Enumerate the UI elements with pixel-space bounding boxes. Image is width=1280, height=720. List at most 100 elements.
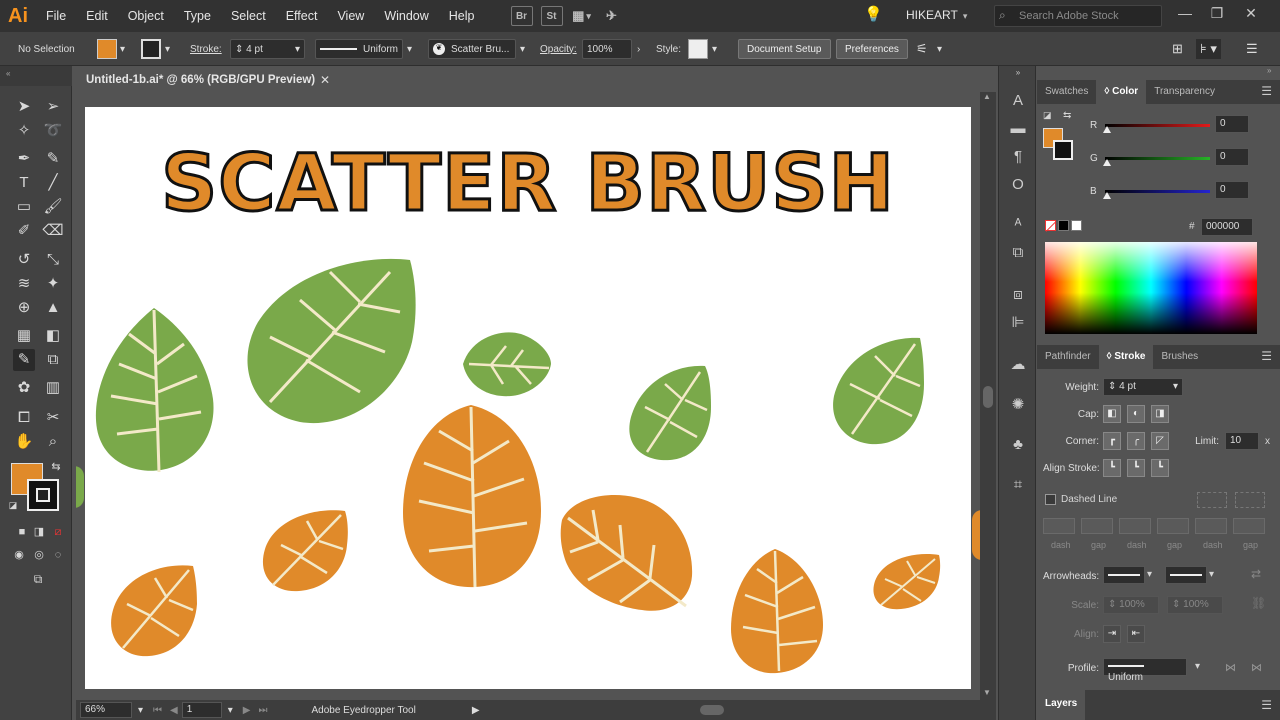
leaf-orange[interactable] xyxy=(259,507,349,595)
green-slider-knob[interactable] xyxy=(1103,159,1111,166)
first-artboard-icon[interactable]: ⏮ xyxy=(153,705,162,716)
select-similar-chevron-icon[interactable]: ▾ xyxy=(937,39,942,59)
symbols-panel-icon[interactable]: ⧉ xyxy=(1007,242,1029,264)
artboard-chevron-icon[interactable]: ▾ xyxy=(228,705,233,716)
control-panel-menu-icon[interactable]: ☰ xyxy=(1246,39,1258,59)
none-color-icon[interactable] xyxy=(1045,220,1057,232)
align-center-stroke-icon[interactable]: ┗ xyxy=(1103,459,1121,477)
scroll-up-icon[interactable]: ▲ xyxy=(983,92,991,101)
preferences-button[interactable]: Preferences xyxy=(836,39,908,59)
hand-tool-icon[interactable]: ✋ xyxy=(13,431,35,453)
gap-2-field[interactable] xyxy=(1157,518,1189,534)
color-panel-stroke-swatch[interactable] xyxy=(1053,140,1073,160)
select-similar-icon[interactable]: ⚟ xyxy=(916,39,928,59)
scroll-down-icon[interactable]: ▼ xyxy=(983,688,991,697)
arrange-documents-icon[interactable]: ▦ ▾ xyxy=(571,6,593,26)
zoom-tool-icon[interactable]: ⌕ xyxy=(42,431,64,453)
gradient-tool-icon[interactable]: ◧ xyxy=(42,325,64,347)
draw-inside-icon[interactable]: ◌ xyxy=(47,544,69,566)
bridge-button[interactable]: Br xyxy=(510,6,533,26)
green-value-field[interactable]: 0 xyxy=(1215,148,1249,166)
canvas-area[interactable]: SCATTER BRUSH xyxy=(76,92,980,700)
shape-builder-tool-icon[interactable]: ⊕ xyxy=(13,297,35,319)
bevel-join-icon[interactable]: ◸ xyxy=(1151,432,1169,450)
stroke-color-swatch[interactable] xyxy=(141,39,161,59)
fill-color-swatch[interactable] xyxy=(97,39,117,59)
minimize-icon[interactable]: — xyxy=(1174,5,1196,25)
menu-object[interactable]: Object xyxy=(118,9,174,23)
brush-definition-field[interactable]: ❦ Scatter Bru... xyxy=(428,39,516,59)
menu-effect[interactable]: Effect xyxy=(276,9,328,23)
stroke-weight-field[interactable]: ⇕ 4 pt ▾ xyxy=(230,39,305,59)
collapse-dock-icon[interactable]: » xyxy=(1267,66,1271,75)
start-arrowhead-select[interactable] xyxy=(1103,566,1145,584)
leaf-green[interactable] xyxy=(240,252,418,432)
last-artboard-icon[interactable]: ⏭ xyxy=(258,705,267,716)
artboards-panel-icon[interactable]: ⌗ xyxy=(1007,474,1029,496)
default-colors-icon[interactable]: ◪ xyxy=(6,498,20,512)
align-dash-icon[interactable] xyxy=(1235,492,1265,508)
lasso-tool-icon[interactable]: ➰ xyxy=(42,120,64,142)
magic-wand-tool-icon[interactable]: ✧ xyxy=(13,120,35,142)
shaper-tool-icon[interactable]: ✐ xyxy=(13,220,35,242)
menu-type[interactable]: Type xyxy=(174,9,221,23)
link-scale-icon[interactable]: ⛓ xyxy=(1251,596,1266,610)
color-panel-menu-icon[interactable]: ☰ xyxy=(1253,80,1280,104)
artboard[interactable]: SCATTER BRUSH xyxy=(85,107,971,689)
glyphs-panel-icon[interactable]: ᴬ xyxy=(1007,214,1029,236)
mesh-tool-icon[interactable]: ▦ xyxy=(13,325,35,347)
slice-tool-icon[interactable]: ✂ xyxy=(42,407,64,429)
fill-dropdown-chevron-icon[interactable]: ▾ xyxy=(120,39,125,59)
swap-arrowheads-icon[interactable]: ⇄ xyxy=(1251,567,1261,581)
flip-across-icon[interactable]: ⋈ xyxy=(1251,661,1262,674)
menu-select[interactable]: Select xyxy=(221,9,276,23)
blue-value-field[interactable]: 0 xyxy=(1215,181,1249,199)
profile-dropdown-chevron-icon[interactable]: ▾ xyxy=(407,39,412,59)
tab-swatches[interactable]: Swatches xyxy=(1037,80,1096,104)
column-graph-tool-icon[interactable]: ▥ xyxy=(42,377,64,399)
character-panel-icon[interactable]: A xyxy=(1007,90,1029,112)
leaf-orange[interactable] xyxy=(869,551,941,613)
swap-colors-icon[interactable]: ⇆ xyxy=(1063,110,1071,121)
tab-brushes[interactable]: Brushes xyxy=(1153,345,1206,369)
red-slider-knob[interactable] xyxy=(1103,126,1111,133)
close-window-icon[interactable]: ✕ xyxy=(1240,5,1262,25)
vertical-scrollbar[interactable]: ▲ ▼ xyxy=(980,92,996,700)
scale-tool-icon[interactable]: ⤡ xyxy=(42,249,64,271)
status-menu-icon[interactable]: ▶ xyxy=(472,705,480,716)
round-join-icon[interactable]: ╭ xyxy=(1127,432,1145,450)
menu-edit[interactable]: Edit xyxy=(76,9,118,23)
place-arrow-tip-icon[interactable]: ⇤ xyxy=(1127,625,1145,643)
opentype-panel-icon[interactable]: O xyxy=(1007,174,1029,196)
dash-3-field[interactable] xyxy=(1195,518,1227,534)
white-color-chip[interactable] xyxy=(1071,220,1082,231)
cc-libraries-icon[interactable]: ☁ xyxy=(1007,354,1029,376)
color-spectrum[interactable] xyxy=(1045,242,1257,334)
zoom-chevron-icon[interactable]: ▾ xyxy=(138,705,143,716)
leaf-green[interactable] xyxy=(830,334,926,448)
dashed-line-checkbox[interactable] xyxy=(1045,494,1056,505)
end-arrowhead-select[interactable] xyxy=(1165,566,1207,584)
start-arrowhead-chevron-icon[interactable]: ▾ xyxy=(1147,569,1152,580)
rectangle-tool-icon[interactable]: ▭ xyxy=(13,196,35,218)
line-segment-tool-icon[interactable]: ╱ xyxy=(42,172,64,194)
opacity-chevron-icon[interactable]: › xyxy=(637,39,640,59)
blue-slider[interactable] xyxy=(1105,190,1210,193)
flip-along-icon[interactable]: ⋈ xyxy=(1225,661,1236,674)
warp-tool-icon[interactable]: ≋ xyxy=(13,273,35,295)
opacity-field[interactable]: 100% xyxy=(582,39,632,59)
end-arrowhead-chevron-icon[interactable]: ▾ xyxy=(1209,569,1214,580)
menu-view[interactable]: View xyxy=(327,9,374,23)
red-value-field[interactable]: 0 xyxy=(1215,115,1249,133)
swap-fill-stroke-icon[interactable]: ⇆ xyxy=(48,459,64,475)
stroke-color-box[interactable] xyxy=(27,479,59,511)
variable-width-profile[interactable]: Uniform xyxy=(315,39,403,59)
blue-slider-knob[interactable] xyxy=(1103,192,1111,199)
profile-chevron-icon[interactable]: ▾ xyxy=(1195,661,1200,672)
vertical-scroll-thumb[interactable] xyxy=(983,386,993,408)
leaf-green[interactable] xyxy=(625,362,713,464)
round-cap-icon[interactable]: ◐ xyxy=(1127,405,1145,423)
preserve-dash-icon[interactable] xyxy=(1197,492,1227,508)
curvature-tool-icon[interactable]: ✎ xyxy=(42,148,64,170)
transform-panel-icon[interactable]: ⧈ xyxy=(1007,284,1029,306)
